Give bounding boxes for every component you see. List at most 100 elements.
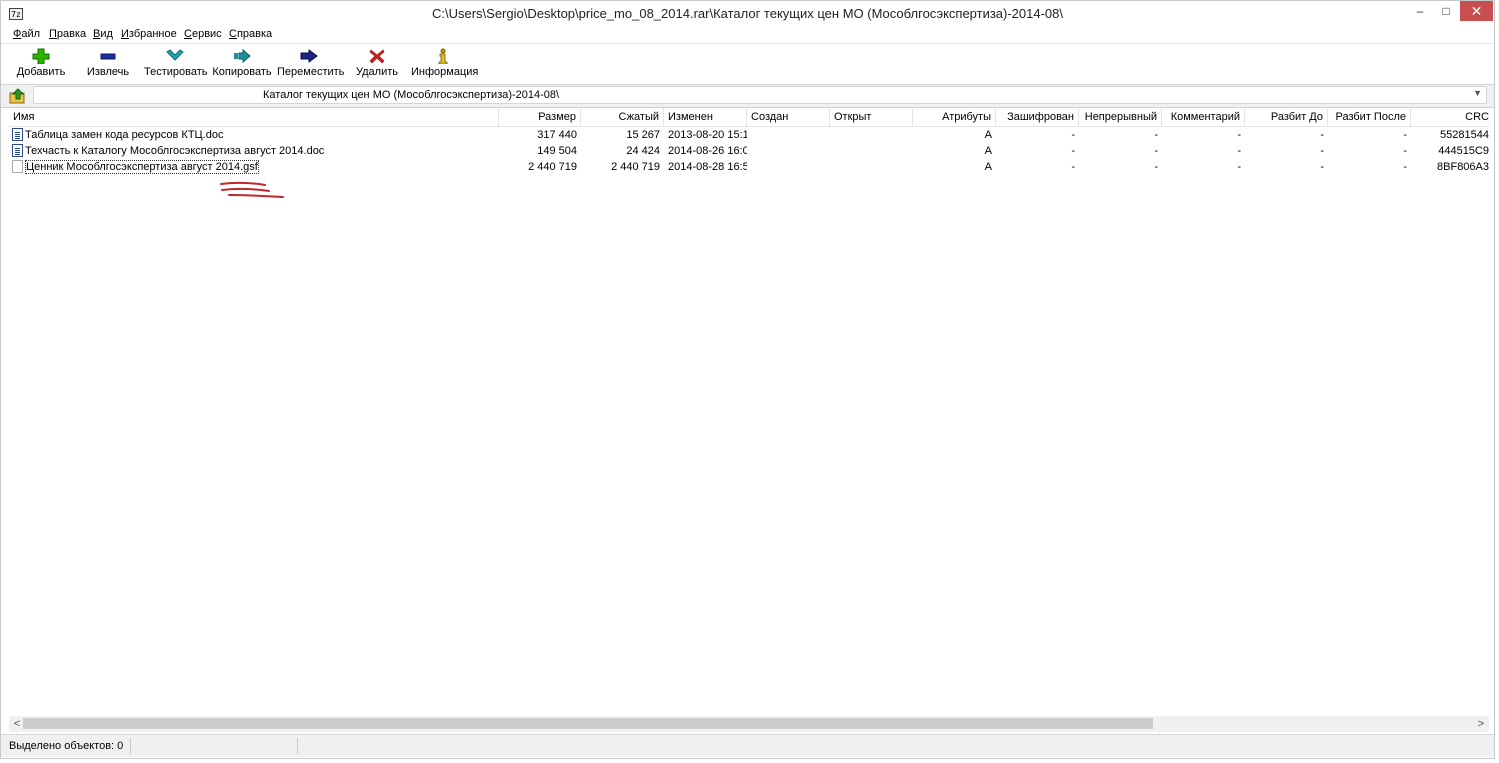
column-name[interactable]: Имя (9, 108, 499, 126)
file-size: 317 440 (537, 129, 577, 141)
close-button[interactable]: ✕ (1460, 1, 1493, 21)
menu-help-label: правка (236, 28, 273, 40)
chevron-down-icon[interactable]: ▼ (1473, 88, 1482, 98)
menu-view[interactable]: Вид (93, 28, 113, 40)
doc-file-icon (12, 144, 23, 157)
delete-button[interactable]: Удалить (355, 44, 399, 84)
copy-button[interactable]: Копировать (212, 44, 272, 84)
address-field[interactable]: Каталог текущих цен МО (Мособлгосэксперт… (33, 86, 1487, 104)
file-comment: - (1237, 129, 1241, 141)
move-button-label: Переместить (277, 66, 345, 78)
file-modified: 2013-08-20 15:14 (668, 129, 747, 141)
file-split-before: - (1320, 129, 1324, 141)
menu-edit-accel: П (49, 28, 57, 40)
file-created (747, 143, 830, 159)
move-arrow-icon (300, 49, 318, 63)
column-encrypted[interactable]: Зашифрован (996, 108, 1079, 126)
file-created (747, 127, 830, 143)
menu-help[interactable]: Справка (229, 28, 272, 40)
scroll-thumb[interactable] (23, 718, 1153, 729)
address-path: Каталог текущих цен МО (Мособлгосэксперт… (263, 89, 560, 101)
copy-button-label: Копировать (212, 66, 272, 78)
info-icon (438, 48, 448, 64)
file-name: Техчасть к Каталогу Мособлгосэкспертиза … (25, 145, 325, 157)
status-bar: Выделено объектов: 0 (1, 734, 1494, 757)
column-solid[interactable]: Непрерывный (1079, 108, 1162, 126)
file-comment: - (1237, 161, 1241, 173)
file-packed: 24 424 (626, 145, 660, 157)
minus-icon (100, 53, 116, 60)
file-packed: 2 440 719 (611, 161, 660, 173)
horizontal-scrollbar[interactable]: < > (9, 716, 1489, 732)
menu-edit-label: равка (56, 28, 87, 40)
status-divider (130, 738, 131, 754)
column-split-before[interactable]: Разбит До (1245, 108, 1328, 126)
delete-button-label: Удалить (356, 66, 398, 78)
file-row[interactable]: Техчасть к Каталогу Мособлгосэкспертиза … (9, 143, 1489, 159)
column-split-after[interactable]: Разбит После (1328, 108, 1411, 126)
copy-arrow-icon (234, 48, 251, 64)
menu-bar: Файл Правка Вид Избранное Сервис Справка (1, 26, 1494, 44)
annotation-underline (220, 181, 284, 198)
file-row[interactable]: Ценник Мособлгосэкспертиза август 2014.g… (9, 159, 1489, 175)
file-attributes: A (984, 129, 992, 141)
file-crc: 55281544 (1440, 129, 1489, 141)
column-comment[interactable]: Комментарий (1162, 108, 1245, 126)
maximize-button[interactable]: □ (1433, 1, 1459, 21)
delete-x-icon (369, 49, 385, 64)
file-attributes: A (984, 161, 992, 173)
test-button[interactable]: Тестировать (144, 44, 208, 84)
column-modified[interactable]: Изменен (664, 108, 747, 126)
column-size[interactable]: Размер (499, 108, 581, 126)
add-button-label: Добавить (16, 66, 66, 78)
doc-file-icon (12, 128, 23, 141)
file-encrypted: - (1071, 129, 1075, 141)
menu-file-label: айл (21, 28, 41, 40)
blank-file-icon (12, 160, 23, 173)
file-crc: 444515C9 (1438, 145, 1489, 157)
file-list: Имя Размер Сжатый Изменен Создан Открыт … (9, 108, 1489, 716)
file-split-after: - (1403, 129, 1407, 141)
move-button[interactable]: Переместить (277, 44, 345, 84)
file-accessed (830, 159, 913, 175)
menu-favorites-accel: И (121, 28, 129, 40)
file-split-before: - (1320, 161, 1324, 173)
app-window: 7z C:\Users\Sergio\Desktop\price_mo_08_2… (0, 0, 1495, 759)
extract-button-label: Извлечь (86, 66, 130, 78)
file-split-after: - (1403, 145, 1407, 157)
file-accessed (830, 143, 913, 159)
menu-view-label: ид (100, 28, 113, 40)
file-created (747, 159, 830, 175)
status-divider (297, 738, 298, 754)
file-solid: - (1154, 129, 1158, 141)
column-packed[interactable]: Сжатый (581, 108, 664, 126)
menu-tools[interactable]: Сервис (184, 28, 222, 40)
file-comment: - (1237, 145, 1241, 157)
file-split-before: - (1320, 145, 1324, 157)
file-size: 149 504 (537, 145, 577, 157)
minimize-button[interactable]: – (1407, 1, 1433, 21)
menu-tools-accel: С (184, 28, 192, 40)
up-folder-icon[interactable] (9, 88, 27, 104)
file-packed: 15 267 (626, 129, 660, 141)
info-button[interactable]: Информация (411, 44, 479, 84)
toolbar: Добавить Извлечь Тестировать Копировать … (1, 44, 1494, 85)
status-selected: Выделено объектов: 0 (9, 740, 124, 752)
column-accessed[interactable]: Открыт (830, 108, 913, 126)
file-encrypted: - (1071, 145, 1075, 157)
column-attributes[interactable]: Атрибуты (913, 108, 996, 126)
add-button[interactable]: Добавить (15, 44, 67, 84)
file-solid: - (1154, 145, 1158, 157)
scroll-right-button[interactable]: > (1473, 716, 1489, 732)
file-name-text: Ценник Мособлгосэкспертиза август 2014.g… (25, 160, 259, 174)
file-row[interactable]: Таблица замен кода ресурсов КТЦ.doc 317 … (9, 127, 1489, 143)
menu-file[interactable]: Файл (13, 28, 40, 40)
column-crc[interactable]: CRC (1411, 108, 1489, 126)
info-button-label: Информация (411, 66, 479, 78)
column-created[interactable]: Создан (747, 108, 830, 126)
file-size: 2 440 719 (528, 161, 577, 173)
menu-favorites[interactable]: Избранное (121, 28, 177, 40)
extract-button[interactable]: Извлечь (85, 44, 131, 84)
test-button-label: Тестировать (144, 66, 208, 78)
menu-edit[interactable]: Правка (49, 28, 86, 40)
